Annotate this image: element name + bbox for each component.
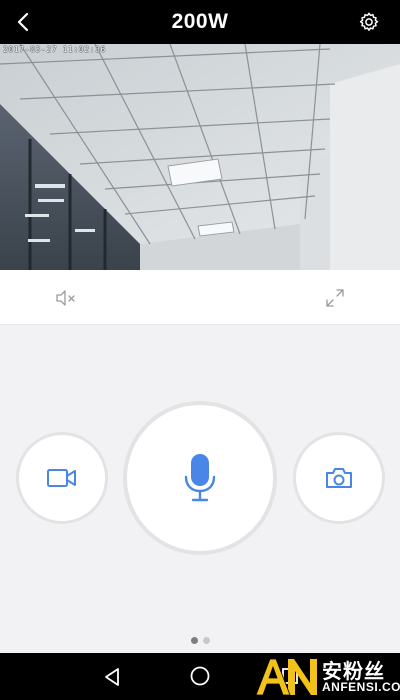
page-dot-active (190, 637, 198, 644)
expand-icon (326, 289, 344, 307)
live-video-view[interactable]: 2017-03-27 11:02:36 (0, 44, 400, 270)
snapshot-button[interactable] (293, 432, 385, 524)
fullscreen-button[interactable] (324, 287, 346, 309)
system-back-button[interactable] (101, 666, 123, 688)
page-indicator (0, 637, 400, 644)
top-bar: 200W (0, 0, 400, 44)
speaker-muted-icon (56, 290, 75, 306)
record-button[interactable] (16, 432, 108, 524)
video-camera-icon (47, 469, 76, 487)
video-timestamp: 2017-03-27 11:02:36 (3, 45, 106, 54)
action-panel (0, 326, 400, 653)
talk-button[interactable] (123, 401, 277, 555)
gear-icon (359, 12, 379, 31)
camera-feed-image (0, 44, 400, 270)
circle-home-icon (190, 666, 210, 686)
triangle-back-icon (105, 668, 119, 686)
system-home-button[interactable] (189, 665, 211, 687)
camera-icon (326, 468, 352, 488)
page-title: 200W (171, 10, 229, 33)
settings-button[interactable] (356, 9, 382, 35)
watermark-english-text: ANFENSI.COM (322, 680, 400, 694)
video-control-bar (0, 270, 400, 325)
page-dot (202, 637, 210, 644)
site-watermark: 安粉丝 ANFENSI.COM (252, 655, 400, 699)
mute-button[interactable] (54, 287, 78, 309)
anfensi-logo (255, 658, 317, 696)
microphone-icon (184, 454, 216, 502)
